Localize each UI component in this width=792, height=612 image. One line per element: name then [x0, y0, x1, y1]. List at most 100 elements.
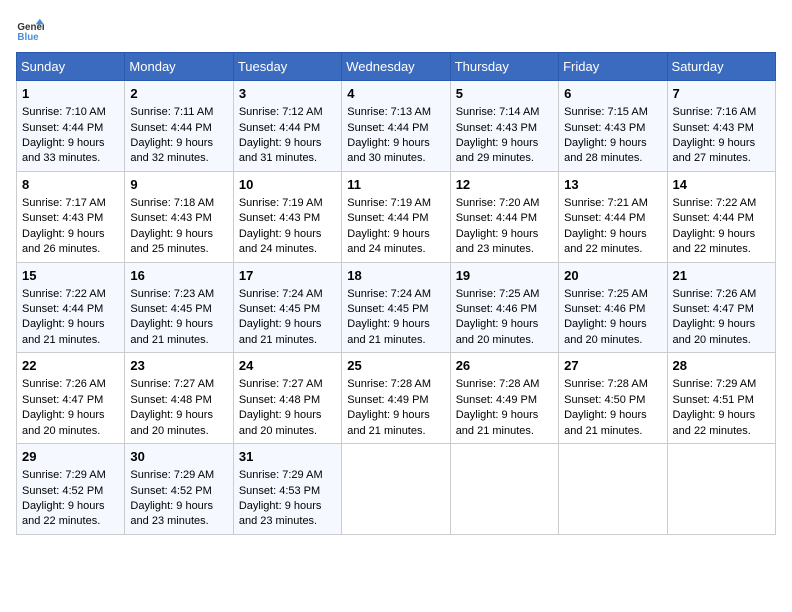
- sunset-label: Sunset: 4:45 PM: [347, 303, 428, 315]
- sunrise-label: Sunrise: 7:21 AM: [564, 197, 648, 209]
- sunset-label: Sunset: 4:44 PM: [130, 122, 211, 134]
- sunrise-label: Sunrise: 7:25 AM: [564, 288, 648, 300]
- calendar-cell: 7 Sunrise: 7:16 AM Sunset: 4:43 PM Dayli…: [667, 81, 775, 172]
- day-number: 17: [239, 267, 336, 285]
- calendar-week-row: 15 Sunrise: 7:22 AM Sunset: 4:44 PM Dayl…: [17, 262, 776, 353]
- sunset-label: Sunset: 4:47 PM: [673, 303, 754, 315]
- logo: General Blue: [16, 16, 44, 44]
- sunrise-label: Sunrise: 7:29 AM: [22, 469, 106, 481]
- calendar-week-row: 29 Sunrise: 7:29 AM Sunset: 4:52 PM Dayl…: [17, 444, 776, 535]
- calendar-cell: 12 Sunrise: 7:20 AM Sunset: 4:44 PM Dayl…: [450, 171, 558, 262]
- daylight-label: Daylight: 9 hours and 30 minutes.: [347, 137, 430, 164]
- daylight-label: Daylight: 9 hours and 20 minutes.: [564, 318, 647, 345]
- day-number: 6: [564, 85, 661, 103]
- sunset-label: Sunset: 4:44 PM: [239, 122, 320, 134]
- calendar-cell: 6 Sunrise: 7:15 AM Sunset: 4:43 PM Dayli…: [559, 81, 667, 172]
- day-number: 31: [239, 448, 336, 466]
- daylight-label: Daylight: 9 hours and 23 minutes.: [130, 500, 213, 527]
- sunrise-label: Sunrise: 7:28 AM: [456, 378, 540, 390]
- calendar-cell: 11 Sunrise: 7:19 AM Sunset: 4:44 PM Dayl…: [342, 171, 450, 262]
- page-header: General Blue: [16, 16, 776, 44]
- sunset-label: Sunset: 4:44 PM: [22, 303, 103, 315]
- calendar-cell: 19 Sunrise: 7:25 AM Sunset: 4:46 PM Dayl…: [450, 262, 558, 353]
- sunset-label: Sunset: 4:49 PM: [347, 394, 428, 406]
- day-number: 22: [22, 357, 119, 375]
- sunrise-label: Sunrise: 7:27 AM: [239, 378, 323, 390]
- calendar-cell: 9 Sunrise: 7:18 AM Sunset: 4:43 PM Dayli…: [125, 171, 233, 262]
- calendar-cell: 23 Sunrise: 7:27 AM Sunset: 4:48 PM Dayl…: [125, 353, 233, 444]
- sunset-label: Sunset: 4:45 PM: [239, 303, 320, 315]
- daylight-label: Daylight: 9 hours and 27 minutes.: [673, 137, 756, 164]
- sunset-label: Sunset: 4:47 PM: [22, 394, 103, 406]
- sunrise-label: Sunrise: 7:29 AM: [673, 378, 757, 390]
- daylight-label: Daylight: 9 hours and 20 minutes.: [239, 409, 322, 436]
- day-number: 19: [456, 267, 553, 285]
- calendar-cell: 26 Sunrise: 7:28 AM Sunset: 4:49 PM Dayl…: [450, 353, 558, 444]
- header-day-tuesday: Tuesday: [233, 53, 341, 81]
- header-day-friday: Friday: [559, 53, 667, 81]
- sunset-label: Sunset: 4:48 PM: [130, 394, 211, 406]
- sunset-label: Sunset: 4:53 PM: [239, 485, 320, 497]
- daylight-label: Daylight: 9 hours and 20 minutes.: [130, 409, 213, 436]
- sunrise-label: Sunrise: 7:13 AM: [347, 106, 431, 118]
- calendar-cell: 18 Sunrise: 7:24 AM Sunset: 4:45 PM Dayl…: [342, 262, 450, 353]
- sunrise-label: Sunrise: 7:28 AM: [564, 378, 648, 390]
- daylight-label: Daylight: 9 hours and 29 minutes.: [456, 137, 539, 164]
- calendar-cell: 25 Sunrise: 7:28 AM Sunset: 4:49 PM Dayl…: [342, 353, 450, 444]
- sunset-label: Sunset: 4:44 PM: [347, 122, 428, 134]
- day-number: 25: [347, 357, 444, 375]
- day-number: 9: [130, 176, 227, 194]
- daylight-label: Daylight: 9 hours and 26 minutes.: [22, 228, 105, 255]
- daylight-label: Daylight: 9 hours and 24 minutes.: [347, 228, 430, 255]
- calendar-table: SundayMondayTuesdayWednesdayThursdayFrid…: [16, 52, 776, 535]
- sunset-label: Sunset: 4:43 PM: [564, 122, 645, 134]
- day-number: 27: [564, 357, 661, 375]
- calendar-cell: 22 Sunrise: 7:26 AM Sunset: 4:47 PM Dayl…: [17, 353, 125, 444]
- daylight-label: Daylight: 9 hours and 33 minutes.: [22, 137, 105, 164]
- sunset-label: Sunset: 4:45 PM: [130, 303, 211, 315]
- calendar-cell: 16 Sunrise: 7:23 AM Sunset: 4:45 PM Dayl…: [125, 262, 233, 353]
- calendar-cell: 5 Sunrise: 7:14 AM Sunset: 4:43 PM Dayli…: [450, 81, 558, 172]
- calendar-cell: 31 Sunrise: 7:29 AM Sunset: 4:53 PM Dayl…: [233, 444, 341, 535]
- day-number: 30: [130, 448, 227, 466]
- daylight-label: Daylight: 9 hours and 21 minutes.: [347, 409, 430, 436]
- calendar-cell: 4 Sunrise: 7:13 AM Sunset: 4:44 PM Dayli…: [342, 81, 450, 172]
- sunset-label: Sunset: 4:44 PM: [564, 212, 645, 224]
- calendar-body: 1 Sunrise: 7:10 AM Sunset: 4:44 PM Dayli…: [17, 81, 776, 535]
- daylight-label: Daylight: 9 hours and 22 minutes.: [673, 228, 756, 255]
- sunrise-label: Sunrise: 7:22 AM: [22, 288, 106, 300]
- sunset-label: Sunset: 4:46 PM: [564, 303, 645, 315]
- daylight-label: Daylight: 9 hours and 21 minutes.: [347, 318, 430, 345]
- day-number: 2: [130, 85, 227, 103]
- calendar-cell: 29 Sunrise: 7:29 AM Sunset: 4:52 PM Dayl…: [17, 444, 125, 535]
- day-number: 29: [22, 448, 119, 466]
- sunrise-label: Sunrise: 7:17 AM: [22, 197, 106, 209]
- daylight-label: Daylight: 9 hours and 21 minutes.: [564, 409, 647, 436]
- daylight-label: Daylight: 9 hours and 31 minutes.: [239, 137, 322, 164]
- day-number: 23: [130, 357, 227, 375]
- sunrise-label: Sunrise: 7:14 AM: [456, 106, 540, 118]
- day-number: 16: [130, 267, 227, 285]
- daylight-label: Daylight: 9 hours and 20 minutes.: [456, 318, 539, 345]
- daylight-label: Daylight: 9 hours and 21 minutes.: [130, 318, 213, 345]
- daylight-label: Daylight: 9 hours and 22 minutes.: [22, 500, 105, 527]
- sunrise-label: Sunrise: 7:28 AM: [347, 378, 431, 390]
- day-number: 15: [22, 267, 119, 285]
- calendar-cell: 17 Sunrise: 7:24 AM Sunset: 4:45 PM Dayl…: [233, 262, 341, 353]
- sunrise-label: Sunrise: 7:15 AM: [564, 106, 648, 118]
- calendar-week-row: 1 Sunrise: 7:10 AM Sunset: 4:44 PM Dayli…: [17, 81, 776, 172]
- daylight-label: Daylight: 9 hours and 32 minutes.: [130, 137, 213, 164]
- sunrise-label: Sunrise: 7:22 AM: [673, 197, 757, 209]
- calendar-cell: 15 Sunrise: 7:22 AM Sunset: 4:44 PM Dayl…: [17, 262, 125, 353]
- calendar-cell: 1 Sunrise: 7:10 AM Sunset: 4:44 PM Dayli…: [17, 81, 125, 172]
- sunrise-label: Sunrise: 7:16 AM: [673, 106, 757, 118]
- calendar-cell: 27 Sunrise: 7:28 AM Sunset: 4:50 PM Dayl…: [559, 353, 667, 444]
- calendar-header-row: SundayMondayTuesdayWednesdayThursdayFrid…: [17, 53, 776, 81]
- sunrise-label: Sunrise: 7:24 AM: [239, 288, 323, 300]
- sunrise-label: Sunrise: 7:11 AM: [130, 106, 213, 118]
- sunrise-label: Sunrise: 7:10 AM: [22, 106, 106, 118]
- sunset-label: Sunset: 4:43 PM: [673, 122, 754, 134]
- calendar-week-row: 8 Sunrise: 7:17 AM Sunset: 4:43 PM Dayli…: [17, 171, 776, 262]
- sunset-label: Sunset: 4:48 PM: [239, 394, 320, 406]
- sunrise-label: Sunrise: 7:19 AM: [239, 197, 323, 209]
